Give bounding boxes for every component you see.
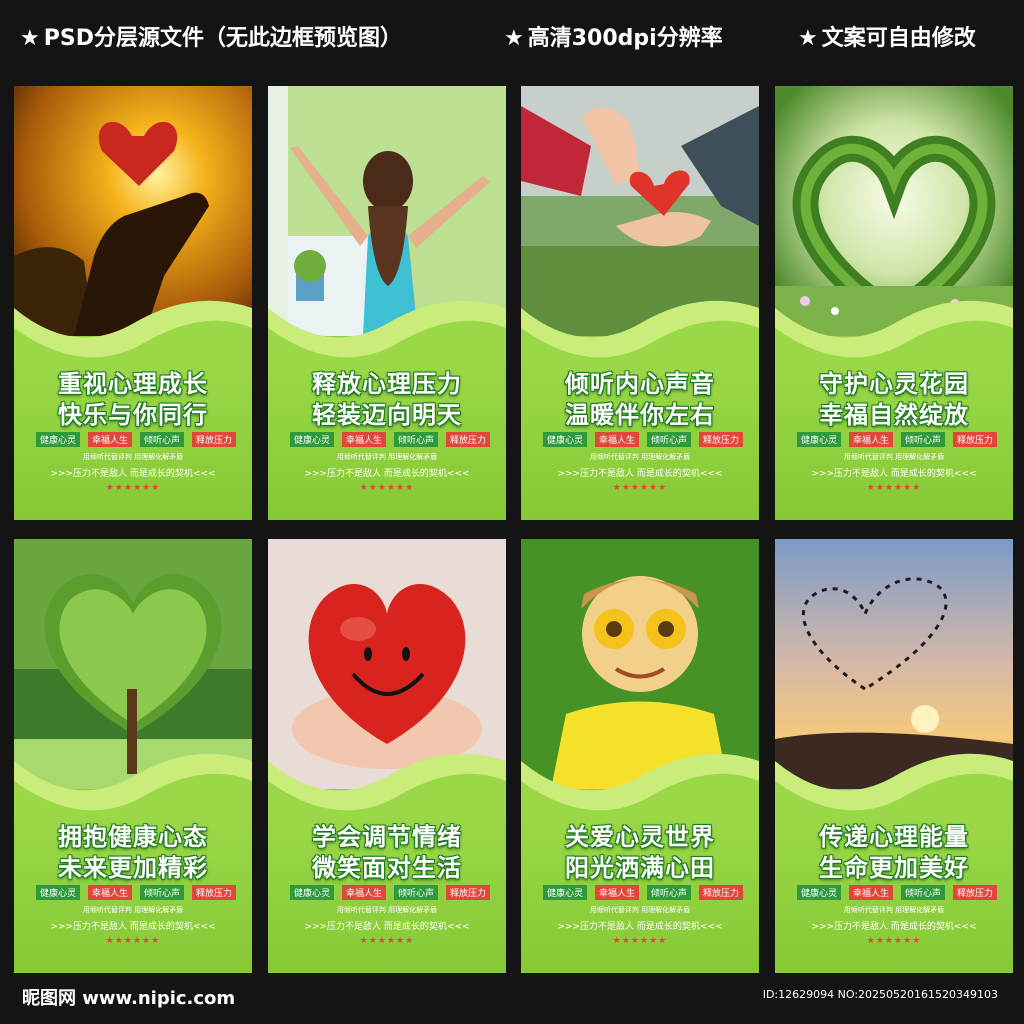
tag-row: 健康心灵 幸福人生 倾听心声 释放压力 (797, 432, 997, 447)
tag-listen: 倾听心声 (139, 885, 184, 900)
slogan-line: 用倾听代替评判 用理解化解矛盾 (843, 453, 945, 461)
tag-release-stress: 释放压力 (698, 885, 743, 900)
poster-title-line2: 快乐与你同行 (58, 401, 208, 429)
tag-release-stress: 释放压力 (191, 432, 236, 447)
motto-line: >>>压力不是敌人 而是成长的契机<<< (50, 469, 216, 479)
tag-listen: 倾听心声 (393, 432, 438, 447)
motto-line: >>>压力不是敌人 而是成长的契机<<< (557, 922, 723, 932)
star-rating-decoration: ★★★★★★ (612, 936, 668, 946)
site-logo: 昵图网 www.nipic.com (22, 988, 236, 1009)
star-rating-decoration: ★★★★★★ (612, 483, 668, 493)
tag-row: 健康心灵 幸福人生 倾听心声 释放压力 (36, 885, 236, 900)
poster-title-line2: 未来更加精彩 (58, 854, 208, 882)
star-rating-decoration: ★★★★★★ (359, 936, 415, 946)
poster-title-line2: 温暖伴你左右 (565, 401, 715, 429)
poster-title-line1: 拥抱健康心态 (58, 823, 208, 851)
poster-title-line2: 轻装迈向明天 (312, 401, 462, 429)
poster-title-line1: 传递心理能量 (819, 823, 969, 851)
poster-card: 守护心灵花园 幸福自然绽放 健康心灵 幸福人生 倾听心声 释放压力 用倾听代替评… (775, 86, 1013, 520)
poster-card: 学会调节情绪 微笑面对生活 健康心灵 幸福人生 倾听心声 释放压力 用倾听代替评… (268, 539, 506, 973)
poster-title-line1: 释放心理压力 (312, 370, 462, 398)
poster-grid: 重视心理成长 快乐与你同行 健康心灵 幸福人生 倾听心声 释放压力 用倾听代替评… (0, 0, 1024, 1024)
tag-release-stress: 释放压力 (445, 885, 490, 900)
motto-line: >>>压力不是敌人 而是成长的契机<<< (557, 469, 723, 479)
tag-listen: 倾听心声 (900, 432, 945, 447)
tag-row: 健康心灵 幸福人生 倾听心声 释放压力 (543, 432, 743, 447)
poster-title-line2: 幸福自然绽放 (819, 401, 969, 429)
tag-row: 健康心灵 幸福人生 倾听心声 释放压力 (797, 885, 997, 900)
tag-release-stress: 释放压力 (952, 432, 997, 447)
motto-line: >>>压力不是敌人 而是成长的契机<<< (304, 922, 470, 932)
poster-card: 关爱心灵世界 阳光洒满心田 健康心灵 幸福人生 倾听心声 释放压力 用倾听代替评… (521, 539, 759, 973)
tag-happy-life: 幸福人生 (848, 885, 893, 900)
star-rating-decoration: ★★★★★★ (866, 483, 922, 493)
slogan-line: 用倾听代替评判 用理解化解矛盾 (589, 453, 691, 461)
tag-row: 健康心灵 幸福人生 倾听心声 释放压力 (36, 432, 236, 447)
poster-card: 传递心理能量 生命更加美好 健康心灵 幸福人生 倾听心声 释放压力 用倾听代替评… (775, 539, 1013, 973)
poster-card: 重视心理成长 快乐与你同行 健康心灵 幸福人生 倾听心声 释放压力 用倾听代替评… (14, 86, 252, 520)
tag-happy-life: 幸福人生 (341, 432, 386, 447)
tag-healthy-mind: 健康心灵 (36, 885, 81, 900)
tag-release-stress: 释放压力 (191, 885, 236, 900)
tag-happy-life: 幸福人生 (594, 432, 639, 447)
slogan-line: 用倾听代替评判 用理解化解矛盾 (82, 906, 184, 914)
slogan-line: 用倾听代替评判 用理解化解矛盾 (82, 453, 184, 461)
poster-title-line1: 学会调节情绪 (312, 823, 462, 851)
tag-listen: 倾听心声 (646, 432, 691, 447)
poster-title-line1: 守护心灵花园 (819, 370, 969, 398)
tag-healthy-mind: 健康心灵 (797, 885, 842, 900)
motto-line: >>>压力不是敌人 而是成长的契机<<< (304, 469, 470, 479)
poster-title-line2: 阳光洒满心田 (565, 854, 715, 882)
slogan-line: 用倾听代替评判 用理解化解矛盾 (843, 906, 945, 914)
poster-title-line1: 倾听内心声音 (565, 370, 715, 398)
tag-listen: 倾听心声 (646, 885, 691, 900)
star-rating-decoration: ★★★★★★ (105, 936, 161, 946)
star-rating-decoration: ★★★★★★ (866, 936, 922, 946)
tag-healthy-mind: 健康心灵 (543, 885, 588, 900)
tag-healthy-mind: 健康心灵 (290, 432, 335, 447)
poster-title-line2: 微笑面对生活 (312, 854, 462, 882)
tag-release-stress: 释放压力 (952, 885, 997, 900)
tag-row: 健康心灵 幸福人生 倾听心声 释放压力 (543, 885, 743, 900)
motto-line: >>>压力不是敌人 而是成长的契机<<< (50, 922, 216, 932)
tag-happy-life: 幸福人生 (848, 432, 893, 447)
poster-card: 拥抱健康心态 未来更加精彩 健康心灵 幸福人生 倾听心声 释放压力 用倾听代替评… (14, 539, 252, 973)
poster-card: 释放心理压力 轻装迈向明天 健康心灵 幸福人生 倾听心声 释放压力 用倾听代替评… (268, 86, 506, 520)
tag-happy-life: 幸福人生 (594, 885, 639, 900)
tag-listen: 倾听心声 (900, 885, 945, 900)
tag-row: 健康心灵 幸福人生 倾听心声 释放压力 (290, 885, 490, 900)
slogan-line: 用倾听代替评判 用理解化解矛盾 (336, 453, 438, 461)
poster-title-line1: 关爱心灵世界 (565, 823, 715, 851)
poster-title-line2: 生命更加美好 (819, 854, 969, 882)
tag-healthy-mind: 健康心灵 (36, 432, 81, 447)
tag-row: 健康心灵 幸福人生 倾听心声 释放压力 (290, 432, 490, 447)
tag-listen: 倾听心声 (393, 885, 438, 900)
poster-card: 倾听内心声音 温暖伴你左右 健康心灵 幸福人生 倾听心声 释放压力 用倾听代替评… (521, 86, 759, 520)
tag-healthy-mind: 健康心灵 (290, 885, 335, 900)
tag-happy-life: 幸福人生 (87, 885, 132, 900)
tag-listen: 倾听心声 (139, 432, 184, 447)
image-id: ID:12629094 NO:20250520161520349103 (762, 988, 998, 1001)
slogan-line: 用倾听代替评判 用理解化解矛盾 (336, 906, 438, 914)
tag-happy-life: 幸福人生 (341, 885, 386, 900)
motto-line: >>>压力不是敌人 而是成长的契机<<< (811, 469, 977, 479)
tag-release-stress: 释放压力 (698, 432, 743, 447)
tag-release-stress: 释放压力 (445, 432, 490, 447)
tag-happy-life: 幸福人生 (87, 432, 132, 447)
star-rating-decoration: ★★★★★★ (105, 483, 161, 493)
slogan-line: 用倾听代替评判 用理解化解矛盾 (589, 906, 691, 914)
tag-healthy-mind: 健康心灵 (797, 432, 842, 447)
motto-line: >>>压力不是敌人 而是成长的契机<<< (811, 922, 977, 932)
star-rating-decoration: ★★★★★★ (359, 483, 415, 493)
tag-healthy-mind: 健康心灵 (543, 432, 588, 447)
poster-title-line1: 重视心理成长 (58, 370, 208, 398)
